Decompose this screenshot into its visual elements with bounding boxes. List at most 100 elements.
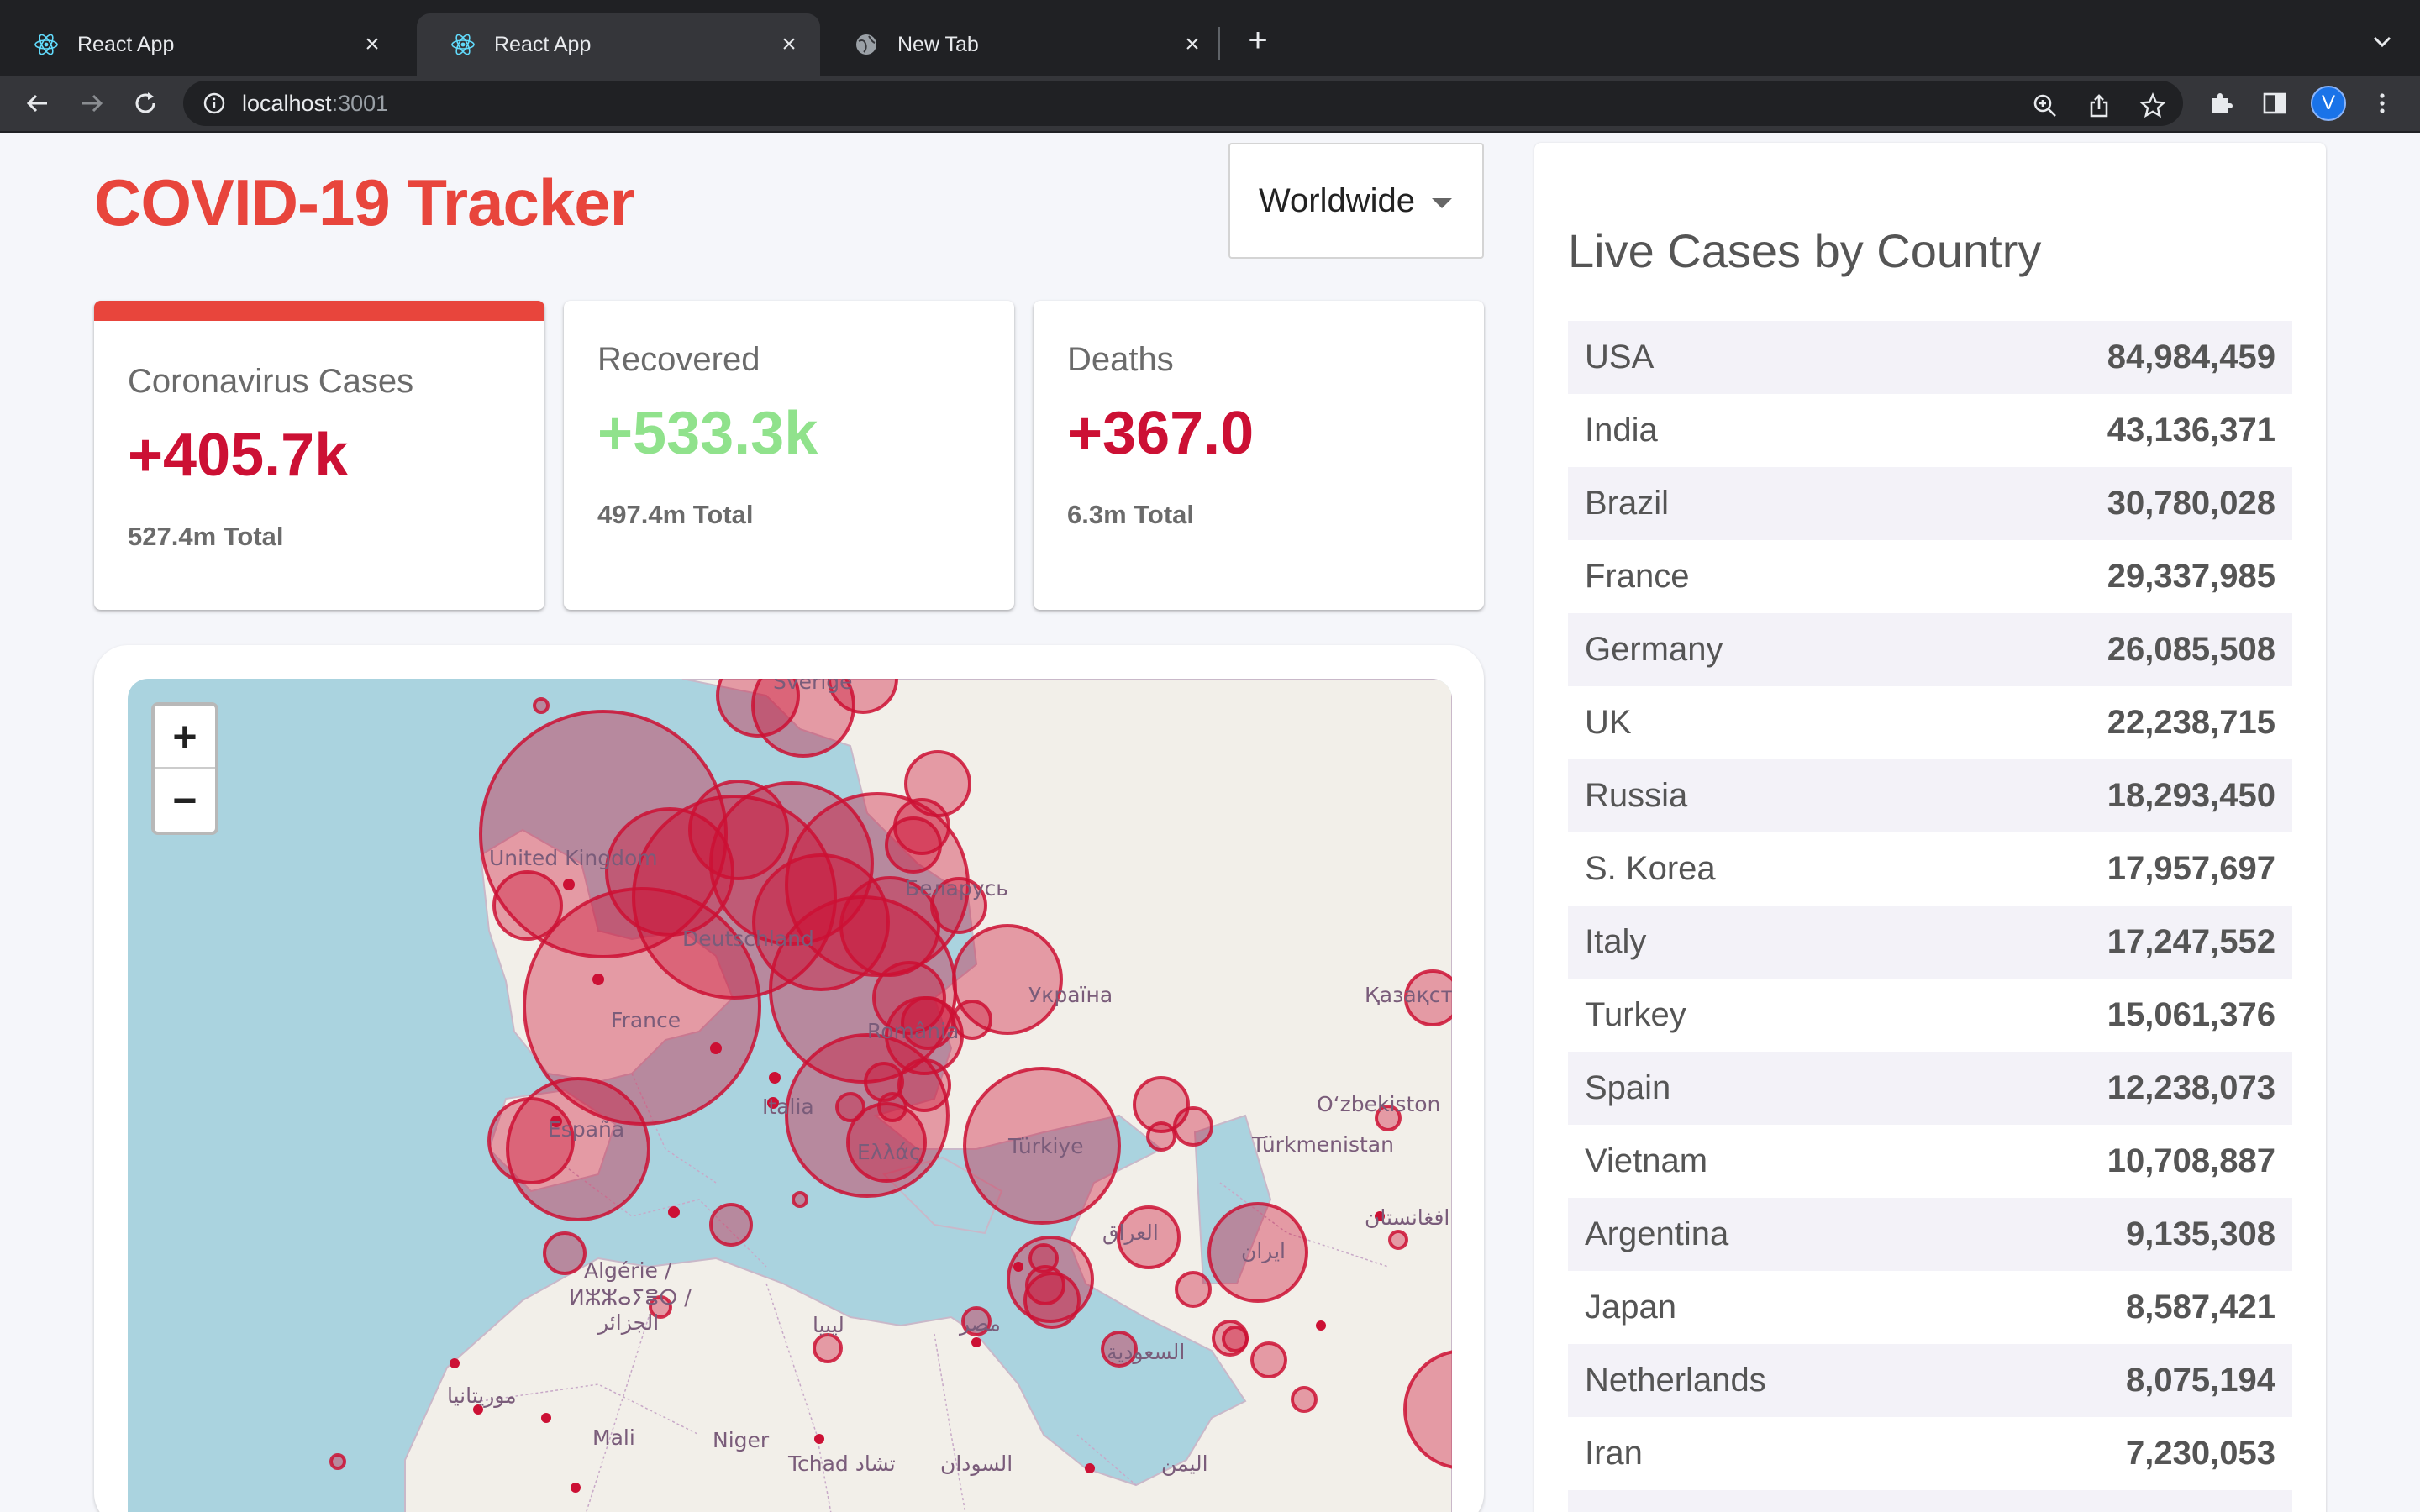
- country-name: Australia: [1585, 1508, 1716, 1512]
- address-bar[interactable]: localhost :3001: [183, 81, 2183, 126]
- zoom-icon[interactable]: [2028, 89, 2062, 123]
- case-count: 9,135,308: [2126, 1215, 2275, 1252]
- app-title: COVID-19 Tracker: [94, 165, 635, 239]
- map-label: ليبيا: [813, 1313, 844, 1337]
- map-label: Türkmenistan: [1251, 1132, 1394, 1157]
- table-row: Brazil 30,780,028: [1568, 467, 2292, 540]
- more-menu-icon[interactable]: [2363, 84, 2402, 123]
- share-icon[interactable]: [2082, 89, 2116, 123]
- browser-tab-3[interactable]: New Tab ×: [820, 13, 1223, 76]
- tab-search-icon[interactable]: [2365, 25, 2399, 59]
- map-label: Sverige: [773, 679, 853, 694]
- country-name: Turkey: [1585, 996, 1686, 1033]
- browser-toolbar: localhost :3001 V: [0, 76, 2420, 133]
- case-count: 26,085,508: [2107, 631, 2275, 668]
- case-count: 9,943,887: [2126, 1508, 2275, 1512]
- profile-avatar[interactable]: V: [2311, 86, 2346, 121]
- map-label: العراق: [1102, 1221, 1159, 1245]
- map-label: Ελλάς: [857, 1140, 922, 1164]
- country-name: USA: [1585, 339, 1655, 375]
- infobox-cases[interactable]: Coronavirus Cases +405.7k 527.4m Total: [94, 301, 544, 610]
- side-panel-icon[interactable]: [2255, 84, 2294, 123]
- browser-tabstrip: React App × React App × New Tab × +: [0, 0, 2420, 76]
- table-row: Italy 17,247,552: [1568, 906, 2292, 979]
- map-label: Italia: [762, 1095, 814, 1119]
- table-row: Vietnam 10,708,887: [1568, 1125, 2292, 1198]
- map-label: Қазақстан: [1365, 983, 1452, 1007]
- case-count: 43,136,371: [2107, 412, 2275, 449]
- forward-icon[interactable]: [72, 84, 111, 123]
- infobox-recovered[interactable]: Recovered +533.3k 497.4m Total: [564, 301, 1014, 610]
- map-label: România: [867, 1019, 959, 1043]
- table-row: Netherlands 8,075,194: [1568, 1344, 2292, 1417]
- infobox-today-count: +533.3k: [597, 400, 818, 467]
- tab-title: React App: [77, 32, 175, 56]
- country-name: Brazil: [1585, 485, 1670, 522]
- map-label: موريتانيا: [447, 1383, 517, 1408]
- infobox-total: 497.4m Total: [597, 500, 754, 529]
- table-row: USA 84,984,459: [1568, 321, 2292, 394]
- table-row: Russia 18,293,450: [1568, 759, 2292, 832]
- back-icon[interactable]: [18, 84, 57, 123]
- close-icon[interactable]: ×: [1178, 30, 1207, 59]
- zoom-in-button[interactable]: +: [155, 706, 215, 769]
- case-count: 29,337,985: [2107, 558, 2275, 595]
- close-icon[interactable]: ×: [775, 30, 803, 59]
- case-count: 12,238,073: [2107, 1069, 2275, 1106]
- extensions-icon[interactable]: [2202, 84, 2240, 123]
- table-row: Iran 7,230,053: [1568, 1417, 2292, 1490]
- country-name: Russia: [1585, 777, 1688, 814]
- map-label: Україна: [1028, 983, 1113, 1007]
- country-name: Iran: [1585, 1435, 1643, 1472]
- table-row: Japan 8,587,421: [1568, 1271, 2292, 1344]
- browser-tab-1[interactable]: React App ×: [0, 13, 403, 76]
- map-label: اليمن: [1161, 1452, 1208, 1476]
- country-name: Netherlands: [1585, 1362, 1766, 1399]
- country-name: S. Korea: [1585, 850, 1716, 887]
- case-count: 17,957,697: [2107, 850, 2275, 887]
- browser-tab-2[interactable]: React App ×: [417, 13, 820, 76]
- map-label: الجزائر: [597, 1310, 659, 1335]
- map-label: Беларусь: [905, 876, 1008, 900]
- chevron-down-icon: [1432, 198, 1452, 208]
- infobox-title: Coronavirus Cases: [128, 363, 414, 400]
- table-row: Spain 12,238,073: [1568, 1052, 2292, 1125]
- country-name: UK: [1585, 704, 1632, 741]
- infobox-today-count: +405.7k: [128, 422, 349, 489]
- map-canvas: Sverige United Kingdom Беларусь Deutschl…: [329, 679, 1452, 1512]
- zoom-out-button[interactable]: −: [155, 769, 215, 832]
- map-label: Deutschland: [682, 927, 814, 951]
- country-name: India: [1585, 412, 1658, 449]
- country-name: Vietnam: [1585, 1142, 1708, 1179]
- new-tab-button[interactable]: +: [1239, 24, 1276, 60]
- map-label: افغانستان: [1365, 1205, 1449, 1230]
- table-row: Argentina 9,135,308: [1568, 1198, 2292, 1271]
- country-dropdown[interactable]: Worldwide: [1228, 143, 1484, 259]
- map-label: السودان: [940, 1452, 1013, 1476]
- bookmark-star-icon[interactable]: [2136, 89, 2170, 123]
- map-label: France: [611, 1008, 681, 1032]
- react-icon: [450, 32, 476, 57]
- infobox-total: 6.3m Total: [1067, 500, 1195, 529]
- table-row: S. Korea 17,957,697: [1568, 832, 2292, 906]
- case-count: 84,984,459: [2107, 339, 2275, 375]
- url-host: localhost: [242, 90, 332, 116]
- map-label: Niger: [713, 1428, 770, 1452]
- table-row: India 43,136,371: [1568, 394, 2292, 467]
- map-label: Tchad تشاد: [787, 1452, 896, 1476]
- table-row: Germany 26,085,508: [1568, 613, 2292, 686]
- info-icon[interactable]: [202, 91, 227, 116]
- close-icon[interactable]: ×: [358, 30, 387, 59]
- map-label: España: [548, 1117, 624, 1142]
- infobox-today-count: +367.0: [1067, 400, 1255, 467]
- country-name: Germany: [1585, 631, 1723, 668]
- map-label: ⵍⵣⵣⴰⵢⴻⵔ /: [569, 1285, 692, 1310]
- reload-icon[interactable]: [126, 84, 165, 123]
- case-count: 10,708,887: [2107, 1142, 2275, 1179]
- globe-icon: [854, 32, 879, 57]
- live-cases-card: Live Cases by Country USA 84,984,459 India…: [1534, 143, 2326, 1512]
- table-row: France 29,337,985: [1568, 540, 2292, 613]
- infobox-deaths[interactable]: Deaths +367.0 6.3m Total: [1034, 301, 1484, 610]
- map[interactable]: Sverige United Kingdom Беларусь Deutschl…: [128, 679, 1452, 1512]
- map-label: السعودية: [1107, 1340, 1185, 1364]
